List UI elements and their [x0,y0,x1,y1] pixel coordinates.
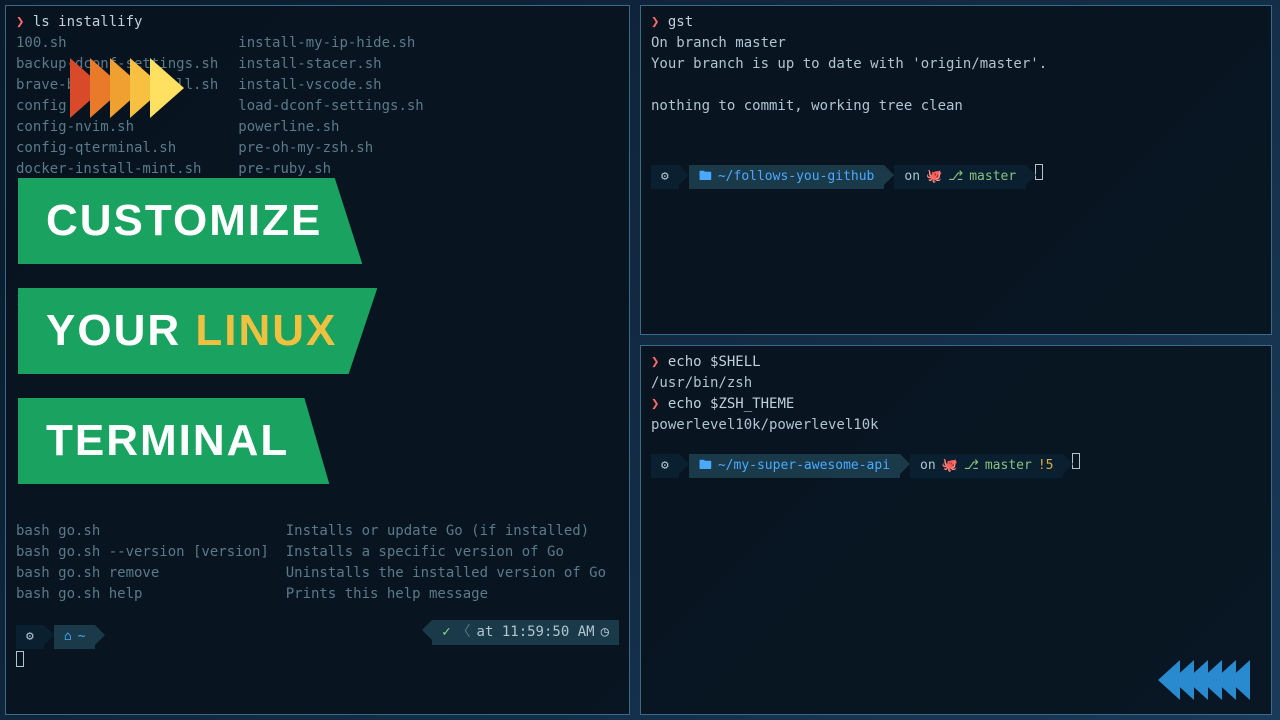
echo-theme-command: echo $ZSH_THEME [668,396,794,412]
clock-icon: ◷ [601,622,609,643]
terminal-top-right-pane[interactable]: ❯ gst On branch master Your branch is up… [640,5,1272,335]
shell-output: /usr/bin/zsh [651,373,1261,394]
chevrons-top-decoration [70,58,170,118]
prompt-symbol: ❯ [16,14,24,30]
prompt-symbol: ❯ [651,396,659,412]
powerlevel10k-prompt: ⚙ 🖿 ~/follows-you-github on 🐙 ⎇ master [651,165,1026,189]
chevrons-bottom-decoration [1166,660,1250,700]
os-segment: ⚙ [16,625,44,649]
ls-command: ls installify [33,14,143,30]
terminal-cursor [16,651,24,667]
branch-name: master [985,456,1032,476]
clock-text: at 11:59:50 AM [477,622,595,643]
echo-theme-line: ❯ echo $ZSH_THEME [651,394,1261,415]
github-icon: 🐙 [926,167,942,187]
ubuntu-icon: ⚙ [26,627,34,647]
banner-your: YOUR [46,306,195,355]
gst-command: gst [668,14,693,30]
path-segment: 🖿 ~/follows-you-github [689,165,885,189]
folder-icon: 🖿 [699,167,712,187]
git-branch-icon: ⎇ [948,167,963,187]
os-segment: ⚙ [651,454,679,478]
git-status-line2: Your branch is up to date with 'origin/m… [651,54,1261,75]
git-branch-icon: ⎇ [964,456,979,476]
prompt-symbol: ❯ [651,14,659,30]
theme-output: powerlevel10k/powerlevel10k [651,415,1261,436]
on-text: on [920,456,936,476]
dirty-indicator: !5 [1038,456,1054,476]
banner-customize: CUSTOMIZE [18,178,362,264]
github-icon: 🐙 [942,456,958,476]
git-segment: on 🐙 ⎇ master !5 [910,454,1063,478]
git-segment: on 🐙 ⎇ master [894,165,1026,189]
gst-command-line: ❯ gst [651,12,1261,33]
os-segment: ⚙ [651,165,679,189]
branch-name: master [969,167,1016,187]
echo-shell-command: echo $SHELL [668,354,761,370]
powerlevel10k-prompt: ⚙ 🖿 ~/my-super-awesome-api on 🐙 ⎇ master… [651,454,1063,478]
prompt-symbol: ❯ [651,354,659,370]
ubuntu-icon: ⚙ [661,456,669,476]
home-icon: ⌂ [64,627,72,647]
on-text: on [904,167,920,187]
banner-terminal: TERMINAL [18,398,329,484]
powerlevel10k-left-prompt: ⚙ ⌂ ~ [16,625,95,649]
git-status-line1: On branch master [651,33,1261,54]
powerlevel10k-right-prompt: ✓ 〈 at 11:59:50 AM ◷ [432,620,619,645]
check-icon: ✓ [442,622,450,643]
ls-command-line: ❯ ls installify [16,12,619,33]
path-segment: 🖿 ~/my-super-awesome-api [689,454,900,478]
path-text: ~/my-super-awesome-api [718,456,890,476]
home-path: ~ [78,627,86,647]
banner-linux: LINUX [195,306,337,355]
help-output-table: bash go.sh Installs or update Go (if ins… [16,521,619,605]
home-segment: ⌂ ~ [54,625,96,649]
ubuntu-icon: ⚙ [661,167,669,187]
path-text: ~/follows-you-github [718,167,875,187]
git-status-line3: nothing to commit, working tree clean [651,96,1261,117]
echo-shell-line: ❯ echo $SHELL [651,352,1261,373]
folder-icon: 🖿 [699,456,712,476]
banner-your-linux: YOUR LINUX [18,288,377,374]
